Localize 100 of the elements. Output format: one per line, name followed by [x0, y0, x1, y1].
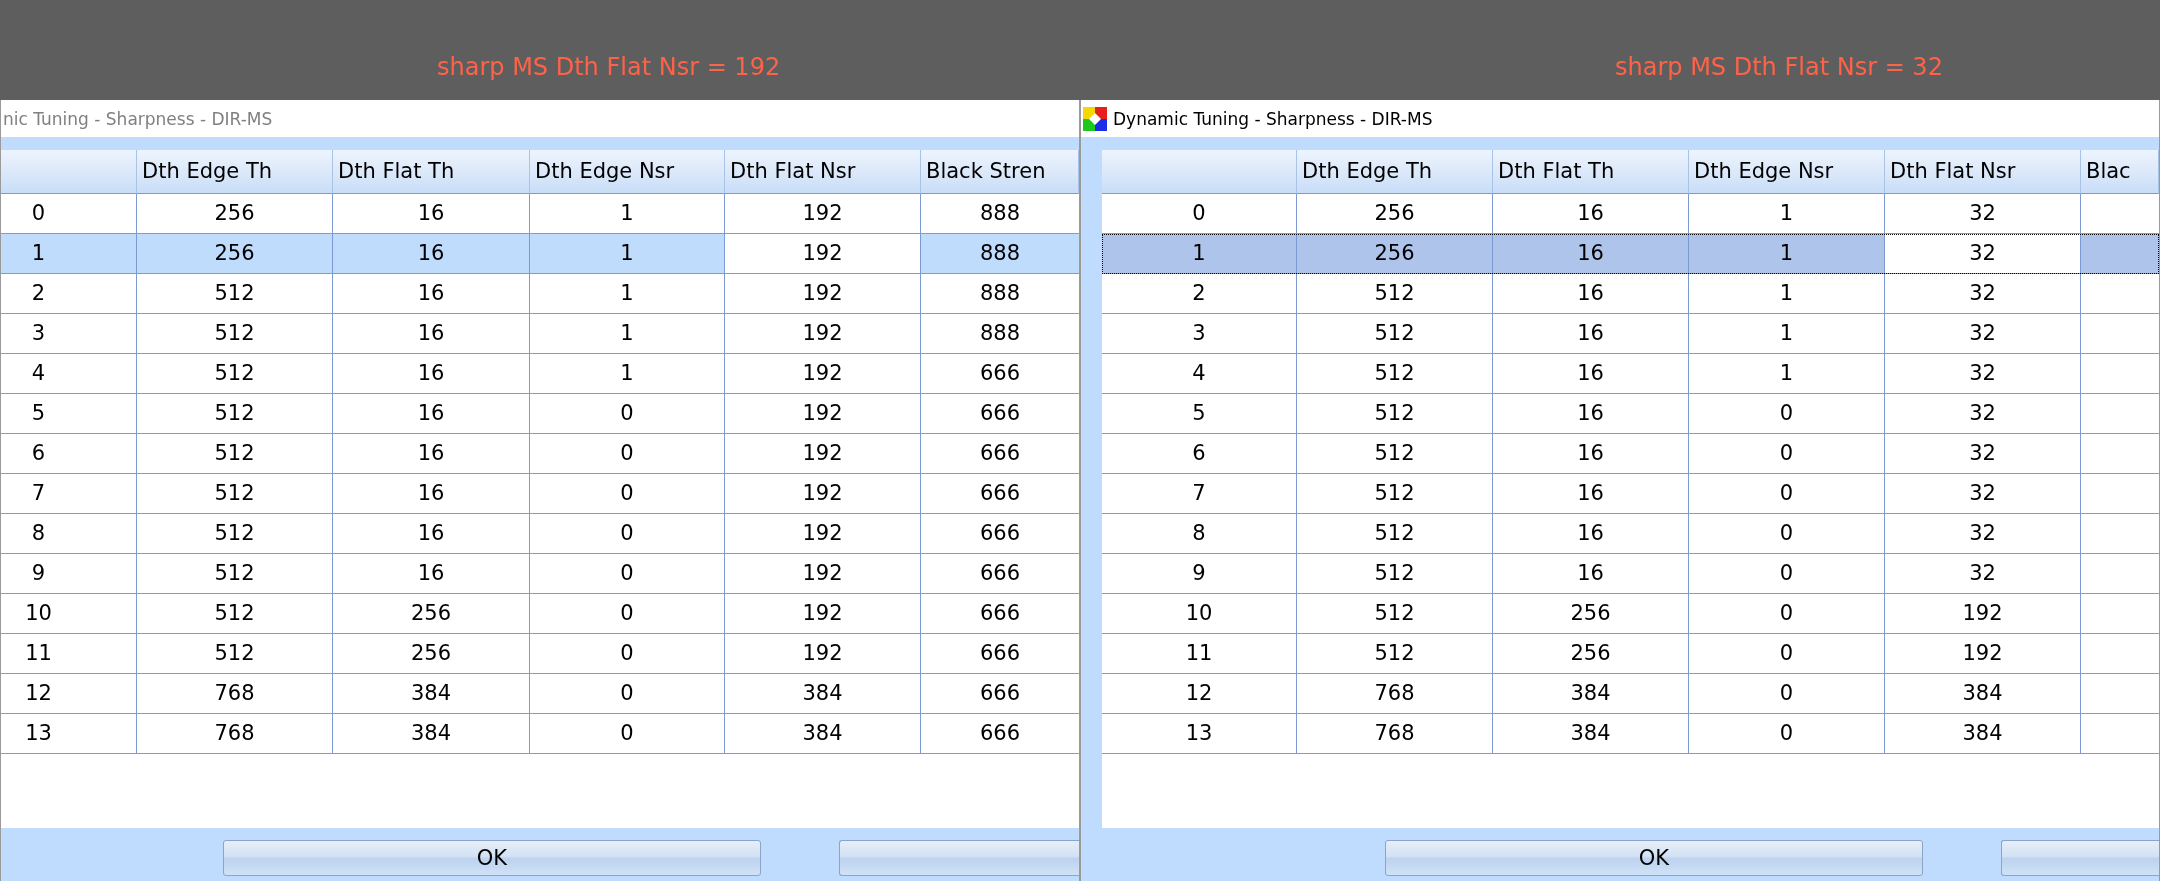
table-cell: 192	[725, 274, 921, 314]
table-cell: 256	[1493, 594, 1689, 634]
table-cell: 512	[137, 474, 333, 514]
table-row[interactable]: 3 512 16 1 192 888	[1, 314, 1079, 354]
table-cell: 512	[1297, 314, 1493, 354]
table-cell: 666	[921, 354, 1079, 394]
table-cell: 512	[1297, 434, 1493, 474]
table-cell: 16	[333, 314, 530, 354]
table-cell: 32	[1885, 554, 2081, 594]
table-cell: 666	[921, 434, 1079, 474]
column-header[interactable]: Dth Edge Th	[1297, 150, 1493, 194]
table-row[interactable]: 13 768 384 0 384	[1102, 714, 2159, 754]
table-cell: 192	[1885, 594, 2081, 634]
column-header[interactable]: Dth Edge Nsr	[530, 150, 725, 194]
table-row[interactable]: 11 512 256 0 192 666	[1, 634, 1079, 674]
table-row[interactable]: 6 512 16 0 32	[1102, 434, 2159, 474]
table-cell: 0	[1689, 674, 1885, 714]
table-cell: 192	[725, 434, 921, 474]
table-row[interactable]: 7 512 16 0 32	[1102, 474, 2159, 514]
table-cell: 16	[333, 354, 530, 394]
table-cell: 16	[1493, 314, 1689, 354]
table-cell: 1	[1689, 354, 1885, 394]
table-cell: 384	[1885, 674, 2081, 714]
table-cell: 32	[1885, 434, 2081, 474]
table-cell: 0	[1689, 474, 1885, 514]
table-row[interactable]: 4 512 16 1 32	[1102, 354, 2159, 394]
row-header: 3	[1, 314, 137, 354]
table-cell: 16	[1493, 514, 1689, 554]
table-row[interactable]: 2 512 16 1 192 888	[1, 274, 1079, 314]
table-cell: 512	[1297, 274, 1493, 314]
table-cell: 0	[1689, 514, 1885, 554]
table-cell: 256	[1297, 234, 1493, 274]
column-header[interactable]: Black Stren	[921, 150, 1079, 194]
table-cell: 0	[1689, 714, 1885, 754]
table-cell: 0	[530, 474, 725, 514]
table-cell: 192	[725, 634, 921, 674]
table-row[interactable]: 12 768 384 0 384 666	[1, 674, 1079, 714]
column-header[interactable]: Blac	[2081, 150, 2159, 194]
table-cell: 0	[1689, 394, 1885, 434]
table-cell: 512	[137, 314, 333, 354]
table-cell: 768	[1297, 714, 1493, 754]
table-cell: 192	[725, 554, 921, 594]
table-cell: 768	[137, 674, 333, 714]
table-cell: 384	[333, 674, 530, 714]
table-row[interactable]: 4 512 16 1 192 666	[1, 354, 1079, 394]
table-row[interactable]: 1 256 16 1 192 888	[1, 234, 1079, 274]
table-row[interactable]: 3 512 16 1 32	[1102, 314, 2159, 354]
table-cell: 16	[333, 474, 530, 514]
ok-button[interactable]: OK	[1385, 840, 1923, 876]
table-cell: 16	[1493, 234, 1689, 274]
table-row[interactable]: 8 512 16 0 192 666	[1, 514, 1079, 554]
table-row[interactable]: 12 768 384 0 384	[1102, 674, 2159, 714]
table-cell: 0	[1689, 594, 1885, 634]
table-row[interactable]: 6 512 16 0 192 666	[1, 434, 1079, 474]
table-row[interactable]: 5 512 16 0 32	[1102, 394, 2159, 434]
column-header[interactable]: Dth Flat Nsr	[725, 150, 921, 194]
table-cell: 512	[1297, 554, 1493, 594]
table-cell: 16	[333, 434, 530, 474]
table-cell: 384	[1885, 714, 2081, 754]
column-header[interactable]: Dth Flat Th	[1493, 150, 1689, 194]
table-cell: 192	[725, 514, 921, 554]
table-cell: 512	[137, 514, 333, 554]
table-cell: 512	[137, 354, 333, 394]
table-row[interactable]: 9 512 16 0 32	[1102, 554, 2159, 594]
table-row[interactable]: 2 512 16 1 32	[1102, 274, 2159, 314]
table-cell: 32	[1885, 474, 2081, 514]
table-cell: 16	[333, 274, 530, 314]
column-header[interactable]: Dth Edge Th	[137, 150, 333, 194]
row-header: 1	[1, 234, 137, 274]
dialog-button[interactable]	[2001, 840, 2159, 876]
table-row[interactable]: 8 512 16 0 32	[1102, 514, 2159, 554]
table-row[interactable]: 10 512 256 0 192	[1102, 594, 2159, 634]
row-header: 10	[1, 594, 137, 634]
table-row[interactable]: 10 512 256 0 192 666	[1, 594, 1079, 634]
table-cell: 384	[333, 714, 530, 754]
table-cell: 0	[530, 714, 725, 754]
table-cell: 666	[921, 634, 1079, 674]
table-cell: 32	[1885, 394, 2081, 434]
table-cell: 512	[1297, 594, 1493, 634]
column-header[interactable]: Dth Flat Th	[333, 150, 530, 194]
row-header: 10	[1102, 594, 1297, 634]
table-cell: 384	[725, 714, 921, 754]
table-row[interactable]: 1 256 16 1 32	[1102, 234, 2159, 274]
table-cell: 0	[1689, 434, 1885, 474]
column-header[interactable]: Dth Edge Nsr	[1689, 150, 1885, 194]
table-cell: 0	[530, 514, 725, 554]
column-header[interactable]: Dth Flat Nsr	[1885, 150, 2081, 194]
table-row[interactable]: 13 768 384 0 384 666	[1, 714, 1079, 754]
table-row[interactable]: 5 512 16 0 192 666	[1, 394, 1079, 434]
table-cell: 512	[1297, 514, 1493, 554]
row-header: 13	[1, 714, 137, 754]
row-header: 1	[1102, 234, 1297, 274]
row-header: 13	[1102, 714, 1297, 754]
dialog-button[interactable]	[839, 840, 1079, 876]
table-row[interactable]: 11 512 256 0 192	[1102, 634, 2159, 674]
table-row[interactable]: 9 512 16 0 192 666	[1, 554, 1079, 594]
ok-button[interactable]: OK	[223, 840, 761, 876]
table-row[interactable]: 7 512 16 0 192 666	[1, 474, 1079, 514]
table-cell: 384	[725, 674, 921, 714]
row-header: 8	[1, 514, 137, 554]
